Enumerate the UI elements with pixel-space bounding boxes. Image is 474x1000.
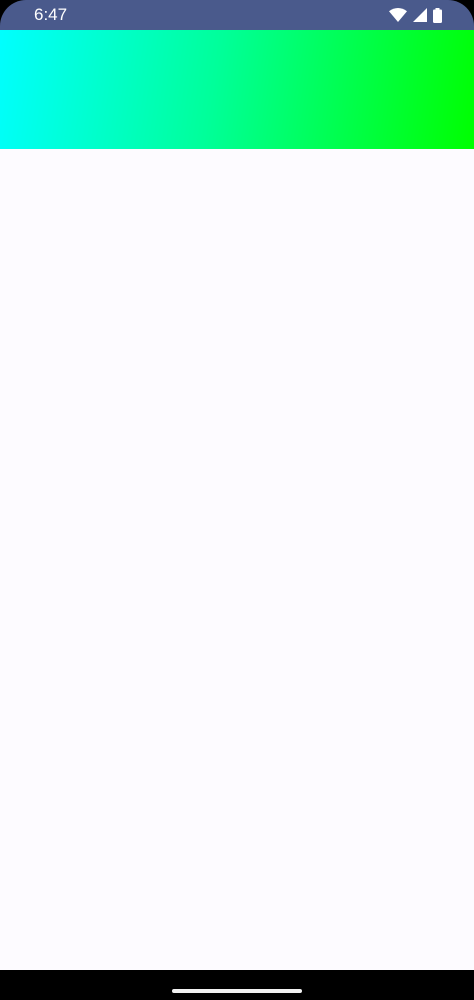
status-bar: 6:47 [0, 0, 474, 30]
phone-screen: 6:47 [0, 0, 474, 1000]
home-handle[interactable] [172, 989, 302, 993]
wifi-icon [389, 8, 407, 22]
app-content [0, 30, 474, 970]
battery-icon [433, 7, 442, 23]
gradient-banner [0, 30, 474, 149]
navigation-bar [0, 970, 474, 1000]
status-clock: 6:47 [34, 5, 68, 24]
signal-icon [413, 8, 427, 22]
status-icons [389, 7, 442, 23]
